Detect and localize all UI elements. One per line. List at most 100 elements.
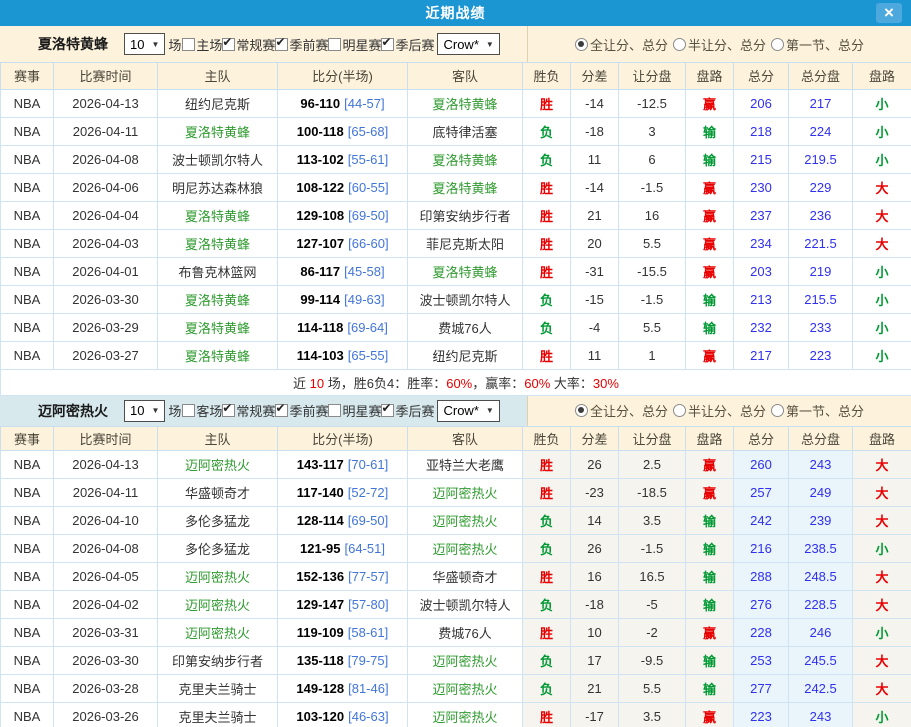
table-row: NBA 2026-04-06 明尼苏达森林狼 108-122[60-55] 夏洛…	[1, 173, 911, 201]
cell-away-team: 菲尼克斯太阳	[408, 229, 523, 257]
cell-home-team: 多伦多猛龙	[158, 535, 278, 563]
column-header: 主队	[158, 63, 278, 89]
cell-handicap-result: 赢	[686, 257, 734, 285]
cell-home-team: 纽约尼克斯	[158, 89, 278, 117]
cell-diff: 16	[571, 563, 619, 591]
half-score: [58-61]	[348, 625, 388, 640]
checkbox-icon	[222, 38, 235, 51]
column-header: 盘路	[853, 427, 911, 451]
column-header: 总分盘	[789, 63, 853, 89]
games-count-select[interactable]: 10 ▼	[124, 400, 165, 422]
games-count-value: 10	[130, 37, 144, 52]
cell-result: 胜	[523, 703, 571, 727]
full-score: 119-109	[297, 625, 344, 640]
team-section: 夏洛特黄蜂 10 ▼ 场 主场 常规赛 季前赛 明星赛 季后赛 Crow* ▼	[0, 26, 911, 396]
source-select[interactable]: Crow* ▼	[437, 400, 499, 422]
cell-handicap-line: -1.5	[619, 285, 686, 313]
half-score: [70-61]	[348, 457, 388, 472]
cell-total-line: 219	[789, 257, 853, 285]
full-score: 129-108	[296, 208, 344, 223]
source-select[interactable]: Crow* ▼	[437, 33, 499, 55]
column-header: 比赛时间	[54, 63, 158, 89]
cell-result: 胜	[523, 341, 571, 369]
cell-total-result: 大	[853, 507, 911, 535]
full-score: 99-114	[300, 292, 340, 307]
cell-league: NBA	[1, 145, 54, 173]
column-header: 主队	[158, 427, 278, 451]
cell-total-result: 小	[853, 285, 911, 313]
cell-result: 胜	[523, 451, 571, 479]
cell-handicap-result: 输	[686, 675, 734, 703]
cell-total-result: 大	[853, 591, 911, 619]
checkbox-label: 季前赛	[289, 35, 328, 54]
cell-league: NBA	[1, 479, 54, 507]
half-score: [81-46]	[348, 681, 388, 696]
cell-result: 负	[523, 591, 571, 619]
stat-mode-radio[interactable]: 半让分、总分	[673, 401, 766, 420]
stat-mode-radio[interactable]: 全让分、总分	[575, 401, 668, 420]
radio-icon	[575, 404, 588, 417]
cell-diff: 21	[571, 201, 619, 229]
cell-total-result: 大	[853, 563, 911, 591]
column-header: 赛事	[1, 427, 54, 451]
column-header: 比分(半场)	[278, 63, 408, 89]
cell-league: NBA	[1, 257, 54, 285]
filter-checkbox[interactable]: 季后赛	[381, 401, 434, 420]
filter-checkboxes: 客场 常规赛 季前赛 明星赛 季后赛	[182, 401, 434, 420]
cell-total-points: 223	[734, 703, 789, 727]
stat-mode-radio[interactable]: 第一节、总分	[771, 35, 864, 54]
cell-date: 2026-03-26	[54, 703, 158, 727]
cell-home-team: 印第安纳步行者	[158, 647, 278, 675]
stat-mode-radio[interactable]: 第一节、总分	[771, 401, 864, 420]
games-unit-label: 场	[168, 401, 181, 420]
cell-total-result: 小	[853, 257, 911, 285]
cell-total-points: 242	[734, 507, 789, 535]
summary-segment: 大率：	[550, 376, 593, 391]
cell-away-team: 迈阿密热火	[408, 535, 523, 563]
filter-checkbox[interactable]: 明星赛	[328, 35, 381, 54]
filter-checkbox[interactable]: 明星赛	[328, 401, 381, 420]
filter-right: 全让分、总分 半让分、总分 第一节、总分	[527, 26, 911, 62]
cell-date: 2026-04-04	[54, 201, 158, 229]
cell-score: 121-95[64-51]	[278, 535, 408, 563]
filter-checkboxes: 主场 常规赛 季前赛 明星赛 季后赛	[182, 35, 434, 54]
full-score: 121-95	[300, 541, 340, 556]
filter-checkbox[interactable]: 季前赛	[275, 35, 328, 54]
radio-icon	[575, 38, 588, 51]
cell-date: 2026-04-10	[54, 507, 158, 535]
stat-mode-radio[interactable]: 全让分、总分	[575, 35, 668, 54]
checkbox-icon	[275, 38, 288, 51]
summary-segment: 30%	[593, 376, 619, 391]
filter-checkbox[interactable]: 客场	[182, 401, 222, 420]
cell-date: 2026-03-29	[54, 313, 158, 341]
close-button[interactable]: ×	[876, 3, 902, 23]
cell-diff: 26	[571, 535, 619, 563]
radio-label: 第一节、总分	[786, 401, 864, 420]
filter-checkbox[interactable]: 常规赛	[222, 35, 275, 54]
cell-away-team: 印第安纳步行者	[408, 201, 523, 229]
filter-checkbox[interactable]: 主场	[182, 35, 222, 54]
cell-total-line: 238.5	[789, 535, 853, 563]
stat-mode-radio[interactable]: 半让分、总分	[673, 35, 766, 54]
full-score: 135-118	[297, 653, 344, 668]
column-header: 分差	[571, 63, 619, 89]
cell-home-team: 夏洛特黄蜂	[158, 229, 278, 257]
cell-score: 143-117[70-61]	[278, 451, 408, 479]
filter-checkbox[interactable]: 季后赛	[381, 35, 434, 54]
games-count-select[interactable]: 10 ▼	[124, 33, 165, 55]
radio-label: 半让分、总分	[688, 35, 766, 54]
cell-score: 113-102[55-61]	[278, 145, 408, 173]
filter-checkbox[interactable]: 常规赛	[222, 401, 275, 420]
filter-checkbox[interactable]: 季前赛	[275, 401, 328, 420]
cell-league: NBA	[1, 703, 54, 727]
cell-league: NBA	[1, 313, 54, 341]
cell-total-points: 237	[734, 201, 789, 229]
column-header: 总分盘	[789, 427, 853, 451]
table-row: NBA 2026-04-11 夏洛特黄蜂 100-118[65-68] 底特律活…	[1, 117, 911, 145]
cell-total-points: 203	[734, 257, 789, 285]
cell-total-points: 232	[734, 313, 789, 341]
team-name: 迈阿密热火	[38, 401, 108, 421]
cell-total-result: 小	[853, 535, 911, 563]
cell-total-line: 228.5	[789, 591, 853, 619]
chevron-down-icon: ▼	[151, 406, 159, 415]
